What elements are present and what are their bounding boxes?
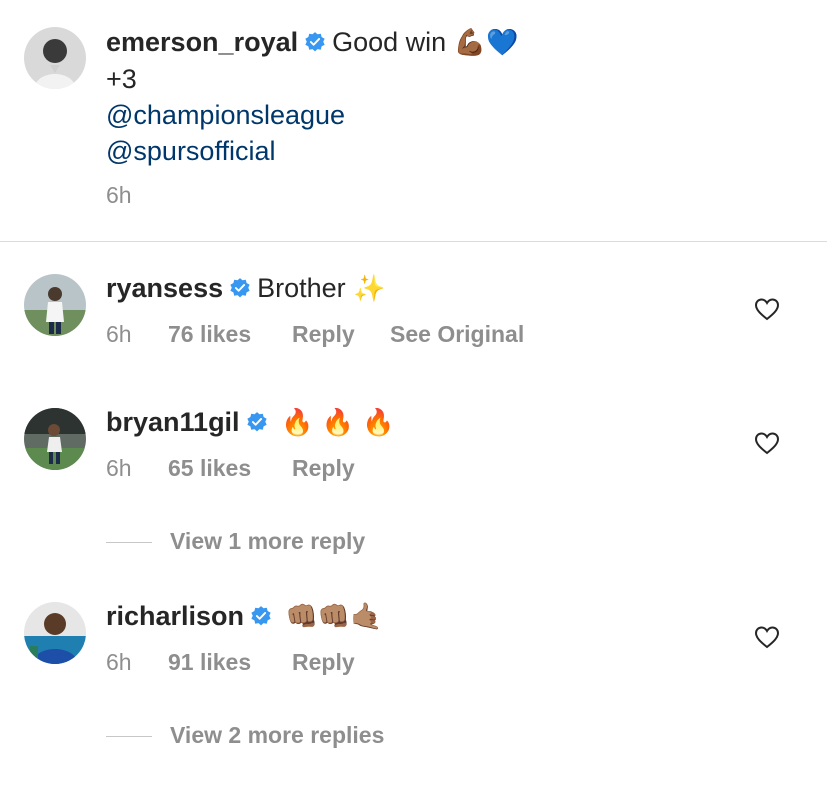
caption-timestamp: 6h xyxy=(106,182,132,208)
verified-badge-icon xyxy=(246,412,267,432)
thread-line xyxy=(106,736,152,738)
comment-username[interactable]: richarlison xyxy=(106,601,244,631)
caption-text: Good win xyxy=(332,27,447,57)
reply-button[interactable]: Reply xyxy=(292,649,390,676)
caption-line2: +3 xyxy=(106,64,137,94)
caption-emoji: 💪🏾💙 xyxy=(453,28,519,58)
caption-block: emerson_royal Good win 💪🏾💙 +3 @championsl… xyxy=(106,24,518,169)
reply-button[interactable]: Reply xyxy=(292,321,390,348)
comment-emoji: 👊🏽👊🏽🤙🏽 xyxy=(285,602,383,632)
comment-avatar-ryansess[interactable] xyxy=(24,274,86,336)
view-more-replies-button[interactable]: View 1 more reply xyxy=(106,528,365,555)
comment-likes[interactable]: 91 likes xyxy=(168,649,292,676)
verified-badge-icon xyxy=(305,32,325,52)
comment-avatar-richarlison[interactable] xyxy=(24,602,86,664)
comment-emoji: 🔥 🔥 🔥 xyxy=(281,408,395,438)
see-original-button[interactable]: See Original xyxy=(390,321,524,348)
reply-button[interactable]: Reply xyxy=(292,455,390,482)
comment-username[interactable]: ryansess xyxy=(106,273,223,303)
heart-outline-icon[interactable] xyxy=(754,625,780,649)
comment-likes[interactable]: 65 likes xyxy=(168,455,292,482)
comment-username[interactable]: bryan11gil xyxy=(106,407,240,437)
comment-body-bryan11gil: bryan11gil 🔥 🔥 🔥 xyxy=(106,404,395,441)
comment-likes[interactable]: 76 likes xyxy=(168,321,292,348)
caption-author-avatar[interactable] xyxy=(24,27,86,89)
view-more-replies-button[interactable]: View 2 more replies xyxy=(106,722,384,749)
thread-line xyxy=(106,542,152,544)
comment-text: Brother xyxy=(257,273,346,303)
heart-outline-icon[interactable] xyxy=(754,297,780,321)
verified-badge-icon xyxy=(230,278,250,298)
caption-divider xyxy=(0,241,827,242)
heart-outline-icon[interactable] xyxy=(754,431,780,455)
view-more-label: View 2 more replies xyxy=(170,722,385,748)
comment-timestamp: 6h xyxy=(106,649,132,675)
comment-emoji: ✨ xyxy=(353,274,386,304)
view-more-label: View 1 more reply xyxy=(170,528,366,554)
comment-meta-ryansess: 6h 76 likes Reply See Original xyxy=(106,321,524,348)
mention-spursofficial[interactable]: @spursofficial xyxy=(106,133,518,169)
comment-body-ryansess: ryansess Brother ✨ xyxy=(106,270,386,307)
verified-badge-icon xyxy=(251,606,271,626)
caption-username[interactable]: emerson_royal xyxy=(106,27,298,57)
comment-avatar-bryan11gil[interactable] xyxy=(24,408,86,470)
comment-body-richarlison: richarlison 👊🏽👊🏽🤙🏽 xyxy=(106,598,383,635)
comment-timestamp: 6h xyxy=(106,321,132,347)
comment-meta-richarlison: 6h 91 likes Reply xyxy=(106,649,390,676)
mention-championsleague[interactable]: @championsleague xyxy=(106,97,518,133)
comment-timestamp: 6h xyxy=(106,455,132,481)
comment-meta-bryan11gil: 6h 65 likes Reply xyxy=(106,455,390,482)
